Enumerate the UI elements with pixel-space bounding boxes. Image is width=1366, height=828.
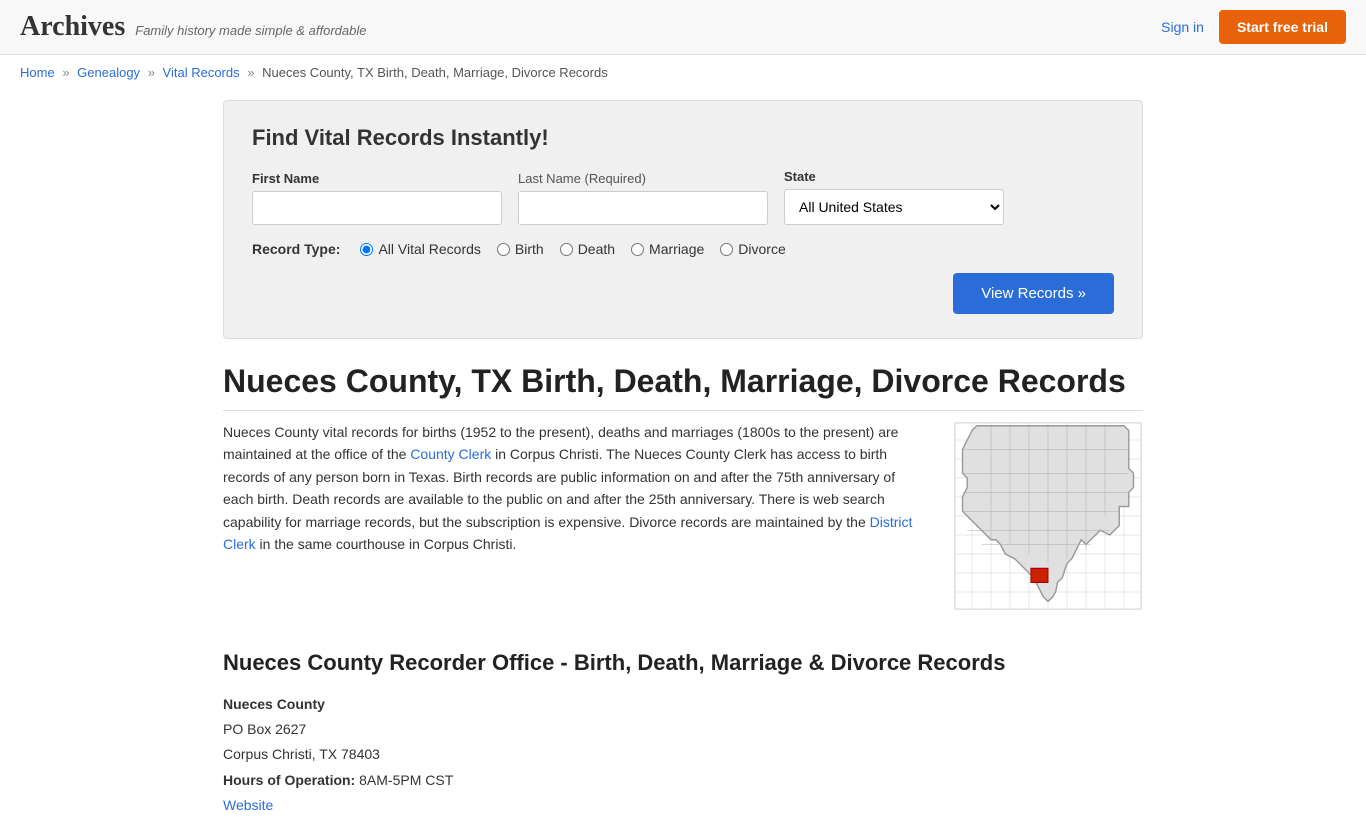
first-name-group: First Name bbox=[252, 171, 502, 225]
search-fields-row: First Name Last Name (Required) State Al… bbox=[252, 169, 1114, 225]
breadcrumb-sep-1: » bbox=[62, 65, 69, 80]
office-hours: Hours of Operation: 8AM-5PM CST bbox=[223, 768, 1143, 793]
district-clerk-link[interactable]: District Clerk bbox=[223, 514, 912, 552]
content-description: Nueces County vital records for births (… bbox=[223, 421, 929, 614]
office-info: Nueces County PO Box 2627 Corpus Christi… bbox=[223, 692, 1143, 818]
site-header: Archives Family history made simple & af… bbox=[0, 0, 1366, 55]
state-label: State bbox=[784, 169, 1004, 184]
recorder-section-heading: Nueces County Recorder Office - Birth, D… bbox=[223, 642, 1143, 676]
office-address-1: PO Box 2627 bbox=[223, 717, 1143, 742]
breadcrumb-current: Nueces County, TX Birth, Death, Marriage… bbox=[262, 65, 608, 80]
view-records-row: View Records » bbox=[252, 273, 1114, 314]
site-logo: Archives bbox=[20, 11, 125, 43]
office-website: Website bbox=[223, 793, 1143, 818]
last-name-group: Last Name (Required) bbox=[518, 171, 768, 225]
office-address-2: Corpus Christi, TX 78403 bbox=[223, 742, 1143, 767]
search-panel: Find Vital Records Instantly! First Name… bbox=[223, 100, 1143, 339]
breadcrumb-sep-3: » bbox=[247, 65, 254, 80]
breadcrumb: Home » Genealogy » Vital Records » Nuece… bbox=[0, 55, 1366, 90]
record-type-divorce[interactable]: Divorce bbox=[720, 241, 785, 257]
record-type-death[interactable]: Death bbox=[560, 241, 615, 257]
state-group: State All United States bbox=[784, 169, 1004, 225]
site-tagline: Family history made simple & affordable bbox=[135, 23, 366, 38]
content-section: Nueces County vital records for births (… bbox=[223, 421, 1143, 614]
texas-map-svg bbox=[953, 421, 1143, 611]
office-name: Nueces County bbox=[223, 692, 1143, 717]
logo-area: Archives Family history made simple & af… bbox=[20, 11, 366, 43]
breadcrumb-vital-records[interactable]: Vital Records bbox=[163, 65, 240, 80]
description-paragraph: Nueces County vital records for births (… bbox=[223, 421, 929, 555]
page-title: Nueces County, TX Birth, Death, Marriage… bbox=[223, 363, 1143, 411]
first-name-input[interactable] bbox=[252, 191, 502, 225]
search-heading: Find Vital Records Instantly! bbox=[252, 125, 1114, 151]
county-clerk-link[interactable]: County Clerk bbox=[410, 446, 491, 462]
sign-in-link[interactable]: Sign in bbox=[1161, 19, 1204, 35]
record-type-label: Record Type: bbox=[252, 241, 340, 257]
breadcrumb-sep-2: » bbox=[148, 65, 155, 80]
record-type-birth[interactable]: Birth bbox=[497, 241, 544, 257]
breadcrumb-home[interactable]: Home bbox=[20, 65, 55, 80]
last-name-input[interactable] bbox=[518, 191, 768, 225]
website-link[interactable]: Website bbox=[223, 797, 273, 813]
texas-map-area bbox=[953, 421, 1143, 614]
first-name-label: First Name bbox=[252, 171, 502, 186]
breadcrumb-genealogy[interactable]: Genealogy bbox=[77, 65, 140, 80]
state-select[interactable]: All United States bbox=[784, 189, 1004, 225]
header-actions: Sign in Start free trial bbox=[1161, 10, 1346, 44]
record-type-marriage[interactable]: Marriage bbox=[631, 241, 704, 257]
main-content: Find Vital Records Instantly! First Name… bbox=[203, 90, 1163, 828]
record-type-all[interactable]: All Vital Records bbox=[360, 241, 480, 257]
last-name-label: Last Name (Required) bbox=[518, 171, 768, 186]
view-records-button[interactable]: View Records » bbox=[953, 273, 1114, 314]
start-trial-button[interactable]: Start free trial bbox=[1219, 10, 1346, 44]
record-type-row: Record Type: All Vital Records Birth Dea… bbox=[252, 241, 1114, 257]
